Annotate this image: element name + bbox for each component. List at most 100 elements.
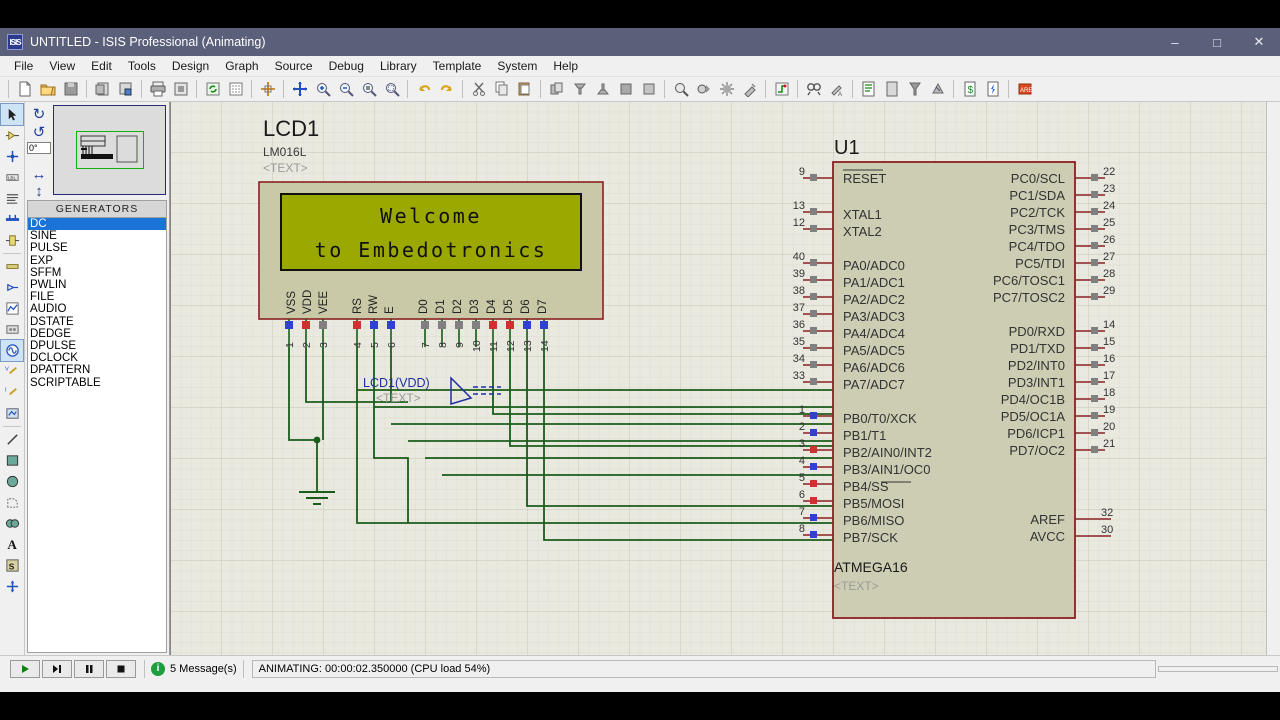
component-mode-icon[interactable]	[1, 125, 23, 146]
mirror-horizontal-button[interactable]: ↔	[28, 166, 50, 183]
cut-icon[interactable]	[468, 79, 489, 100]
list-item-pulse[interactable]: PULSE	[28, 242, 166, 254]
search-tag-icon[interactable]	[803, 79, 824, 100]
export-section-icon[interactable]	[115, 79, 136, 100]
block-fill-icon[interactable]	[638, 79, 659, 100]
pan-icon[interactable]	[289, 79, 310, 100]
menu-tools[interactable]: Tools	[120, 57, 164, 75]
copy-icon[interactable]	[491, 79, 512, 100]
netlist-ares-icon[interactable]: ARES	[1014, 79, 1035, 100]
list-item-sine[interactable]: SINE	[28, 230, 166, 242]
refresh-icon[interactable]	[202, 79, 223, 100]
list-item-pwlin[interactable]: PWLIN	[28, 279, 166, 291]
menu-source[interactable]: Source	[267, 57, 321, 75]
zoom-in-icon[interactable]	[312, 79, 333, 100]
2d-circle-icon[interactable]	[1, 471, 23, 492]
packaging-tool-icon[interactable]	[716, 79, 737, 100]
menu-template[interactable]: Template	[425, 57, 490, 75]
virtual-instrument-icon[interactable]	[1, 403, 23, 424]
list-item-sffm[interactable]: SFFM	[28, 267, 166, 279]
2d-arc-icon[interactable]	[1, 492, 23, 513]
stop-button[interactable]	[106, 660, 136, 678]
2d-path-icon[interactable]	[1, 513, 23, 534]
rotate-clockwise-button[interactable]: ↻	[28, 105, 50, 123]
device-pin-icon[interactable]	[1, 277, 23, 298]
subcircuit-icon[interactable]	[1, 230, 23, 251]
list-item-audio[interactable]: AUDIO	[28, 303, 166, 315]
wire-autorouter-icon[interactable]	[771, 79, 792, 100]
zoom-all-icon[interactable]	[358, 79, 379, 100]
block-rotate-icon[interactable]	[592, 79, 613, 100]
list-item-scriptable[interactable]: SCRIPTABLE	[28, 377, 166, 389]
origin-icon[interactable]	[257, 79, 278, 100]
2d-line-icon[interactable]	[1, 429, 23, 450]
schematic-drawing[interactable]: LCD1 LM016L <TEXT> Welcome to Embedotron…	[171, 102, 1266, 655]
rotate-counterclockwise-button[interactable]: ↺	[28, 123, 50, 141]
block-move-icon[interactable]	[569, 79, 590, 100]
import-section-icon[interactable]	[92, 79, 113, 100]
list-item-dedge[interactable]: DEDGE	[28, 328, 166, 340]
list-item-dc[interactable]: DC	[28, 218, 166, 230]
print-icon[interactable]	[147, 79, 168, 100]
menu-library[interactable]: Library	[372, 57, 425, 75]
terminals-icon[interactable]	[1, 256, 23, 277]
rotation-angle-field[interactable]: 0°	[27, 142, 51, 154]
zoom-out-icon[interactable]	[335, 79, 356, 100]
tape-recorder-icon[interactable]	[1, 319, 23, 340]
bill-of-materials-icon[interactable]: $	[959, 79, 980, 100]
voltage-probe-icon[interactable]: V	[1, 361, 23, 382]
save-icon[interactable]	[60, 79, 81, 100]
junction-dot-icon[interactable]	[1, 146, 23, 167]
2d-box-icon[interactable]	[1, 450, 23, 471]
step-button[interactable]	[42, 660, 72, 678]
generator-mode-icon[interactable]	[1, 340, 23, 361]
block-copy-icon[interactable]	[546, 79, 567, 100]
selection-mode-icon[interactable]	[1, 104, 23, 125]
wire-label-icon[interactable]: LBL	[1, 167, 23, 188]
list-item-dpulse[interactable]: DPULSE	[28, 340, 166, 352]
pick-device-icon[interactable]	[670, 79, 691, 100]
remove-sheet-icon[interactable]	[904, 79, 925, 100]
open-folder-icon[interactable]	[37, 79, 58, 100]
canvas-vertical-scrollbar[interactable]	[1266, 102, 1280, 655]
menu-design[interactable]: Design	[164, 57, 217, 75]
decompose-icon[interactable]	[739, 79, 760, 100]
exit-sheet-icon[interactable]	[927, 79, 948, 100]
minimize-button[interactable]: –	[1154, 28, 1196, 56]
zoom-area-icon[interactable]	[381, 79, 402, 100]
block-delete-icon[interactable]	[615, 79, 636, 100]
menu-debug[interactable]: Debug	[321, 57, 372, 75]
menu-file[interactable]: File	[6, 57, 41, 75]
2d-symbol-icon[interactable]: S	[1, 555, 23, 576]
list-item-file[interactable]: FILE	[28, 291, 166, 303]
undo-icon[interactable]	[413, 79, 434, 100]
list-item-dstate[interactable]: DSTATE	[28, 316, 166, 328]
menu-view[interactable]: View	[41, 57, 83, 75]
make-device-icon[interactable]	[693, 79, 714, 100]
message-count-label[interactable]: 5 Message(s)	[170, 663, 237, 675]
new-sheet-icon[interactable]	[881, 79, 902, 100]
property-assignment-icon[interactable]: A	[826, 79, 847, 100]
2d-marker-icon[interactable]	[1, 576, 23, 597]
electrical-rules-icon[interactable]	[982, 79, 1003, 100]
redo-icon[interactable]	[436, 79, 457, 100]
current-probe-icon[interactable]: I	[1, 382, 23, 403]
close-button[interactable]: ✕	[1238, 28, 1280, 56]
pause-button[interactable]	[74, 660, 104, 678]
list-item-dpattern[interactable]: DPATTERN	[28, 364, 166, 376]
menu-help[interactable]: Help	[545, 57, 586, 75]
print-area-icon[interactable]	[170, 79, 191, 100]
menu-system[interactable]: System	[489, 57, 545, 75]
design-explorer-icon[interactable]	[858, 79, 879, 100]
generators-list[interactable]: DC SINE PULSE EXP SFFM PWLIN FILE AUDIO …	[27, 217, 167, 653]
menu-graph[interactable]: Graph	[217, 57, 266, 75]
schematic-canvas[interactable]: LCD1 LM016L <TEXT> Welcome to Embedotron…	[170, 102, 1266, 655]
list-item-dclock[interactable]: DCLOCK	[28, 352, 166, 364]
maximize-button[interactable]: □	[1196, 28, 1238, 56]
toggle-grid-icon[interactable]	[225, 79, 246, 100]
graph-mode-icon[interactable]	[1, 298, 23, 319]
2d-text-icon[interactable]: A	[1, 534, 23, 555]
bus-icon[interactable]	[1, 209, 23, 230]
menu-edit[interactable]: Edit	[83, 57, 120, 75]
mirror-vertical-button[interactable]: ↕	[28, 183, 50, 200]
